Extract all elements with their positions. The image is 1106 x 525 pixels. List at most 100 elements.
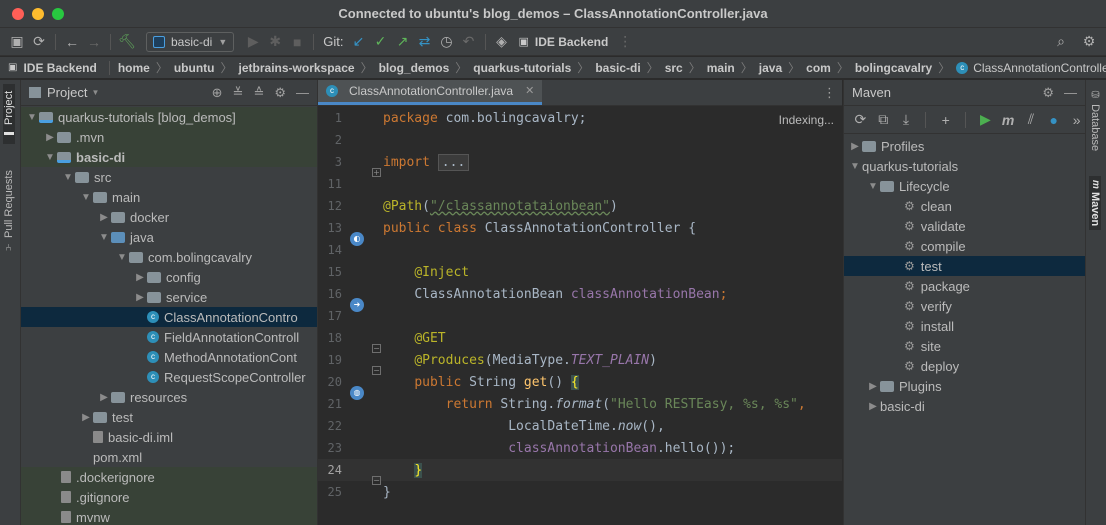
git-merge-icon[interactable]: ⇄ xyxy=(414,31,436,53)
more-icon[interactable]: » xyxy=(1068,112,1085,128)
tree-item[interactable]: ▼ Lifecycle xyxy=(844,176,1085,196)
chevron-right-icon[interactable]: ▶ xyxy=(97,212,111,223)
tree-item[interactable]: ▼ basic-di xyxy=(21,147,317,167)
gear-icon[interactable]: ⚙ xyxy=(274,85,286,101)
tree-item[interactable]: ▶ Profiles xyxy=(844,136,1085,156)
tree-item-selected[interactable]: ⚙ test xyxy=(844,256,1085,276)
tree-item[interactable]: ⚙ validate xyxy=(844,216,1085,236)
project-tool-tab[interactable]: ▬ Project xyxy=(3,84,15,144)
close-icon[interactable]: ✕ xyxy=(525,84,534,97)
rollback-icon[interactable]: ↶ xyxy=(458,31,480,53)
tree-item-selected[interactable]: c ClassAnnotationContro xyxy=(21,307,317,327)
tree-item[interactable]: .dockerignore xyxy=(21,467,317,487)
run-icon[interactable]: ▶ xyxy=(242,31,264,53)
more-icon[interactable]: ⋮ xyxy=(614,31,636,53)
fold-icon[interactable]: − xyxy=(372,344,381,353)
tree-item[interactable]: ⚙ site xyxy=(844,336,1085,356)
tree-item[interactable]: .gitignore xyxy=(21,487,317,507)
fold-plus-icon[interactable]: + xyxy=(372,168,381,177)
expand-all-icon[interactable]: ≚ xyxy=(233,85,244,101)
add-icon[interactable]: + xyxy=(937,112,954,128)
history-icon[interactable]: ◷ xyxy=(436,31,458,53)
database-tool-tab[interactable]: ⛁ Database xyxy=(1089,90,1101,151)
tree-item[interactable]: c MethodAnnotationCont xyxy=(21,347,317,367)
tree-item[interactable]: ⚙ clean xyxy=(844,196,1085,216)
run-icon[interactable]: ▶ xyxy=(977,111,994,128)
breadcrumb-item[interactable]: main xyxy=(707,61,735,75)
chevron-right-icon[interactable]: ▶ xyxy=(43,132,57,143)
breadcrumb-item[interactable]: src xyxy=(665,61,683,75)
tree-item[interactable]: ▶ docker xyxy=(21,207,317,227)
generate-sources-icon[interactable]: ⧉ xyxy=(875,111,892,128)
chevron-down-icon[interactable]: ▼ xyxy=(43,152,57,163)
breadcrumb-item[interactable]: quarkus-tutorials xyxy=(473,61,571,75)
chevron-right-icon[interactable]: ▶ xyxy=(848,141,862,152)
breadcrumb-item[interactable]: basic-di xyxy=(595,61,640,75)
minimize-window-button[interactable] xyxy=(32,7,44,20)
tree-item[interactable]: ▶m basic-di xyxy=(844,396,1085,416)
gear-icon[interactable]: ⚙ xyxy=(1042,85,1054,101)
tree-item[interactable]: ⚙ verify xyxy=(844,296,1085,316)
tree-item[interactable]: ⚙ compile xyxy=(844,236,1085,256)
forward-icon[interactable]: → xyxy=(83,31,105,53)
hide-icon[interactable]: — xyxy=(1064,85,1077,100)
ide-backend-button[interactable]: ▣ IDE Backend xyxy=(519,35,609,49)
fold-icon[interactable]: − xyxy=(372,366,381,375)
git-update-icon[interactable]: ↙ xyxy=(348,31,370,53)
fold-icon[interactable]: − xyxy=(372,476,381,485)
toggle-offline-icon[interactable]: ⫽ xyxy=(1023,111,1040,128)
chevron-right-icon[interactable]: ▶ xyxy=(97,392,111,403)
chevron-down-icon[interactable]: ▼ xyxy=(866,181,880,192)
breadcrumb-item[interactable]: home xyxy=(118,61,150,75)
globe-endpoint-icon[interactable]: ◍ xyxy=(350,386,364,400)
chevron-down-icon[interactable]: ▼ xyxy=(79,192,93,203)
chevron-down-icon[interactable]: ▼ xyxy=(848,161,862,172)
maven-tool-tab[interactable]: m Maven xyxy=(1089,176,1101,231)
chevron-right-icon[interactable]: ▶ xyxy=(133,272,147,283)
tree-item[interactable]: ▼ src xyxy=(21,167,317,187)
skip-tests-icon[interactable]: ● xyxy=(1045,112,1062,128)
breadcrumb-item-current[interactable]: ClassAnnotationController.j xyxy=(973,61,1106,75)
save-icon[interactable]: ▣ xyxy=(6,31,28,53)
tree-item[interactable]: ▼m quarkus-tutorials xyxy=(844,156,1085,176)
tree-item[interactable]: ⚙ package xyxy=(844,276,1085,296)
build-hammer-icon[interactable]: 🔨︎ xyxy=(116,31,138,53)
git-commit-icon[interactable]: ✓ xyxy=(370,31,392,53)
breadcrumb-item[interactable]: blog_demos xyxy=(379,61,450,75)
breadcrumb-item[interactable]: ubuntu xyxy=(174,61,215,75)
tree-item[interactable]: ▶ service xyxy=(21,287,317,307)
tree-item[interactable]: ▼ java xyxy=(21,227,317,247)
chevron-down-icon[interactable]: ▼ xyxy=(25,112,39,123)
endpoint-gutter-icon[interactable]: ◐ xyxy=(350,232,364,246)
tree-item[interactable]: ⚙ deploy xyxy=(844,356,1085,376)
search-icon[interactable]: ⌕ xyxy=(1050,31,1072,53)
tree-item[interactable]: ▶ .mvn xyxy=(21,127,317,147)
tree-item[interactable]: c RequestScopeController xyxy=(21,367,317,387)
close-window-button[interactable] xyxy=(12,7,24,20)
breadcrumb-item[interactable]: com xyxy=(806,61,831,75)
tree-item[interactable]: m pom.xml xyxy=(21,447,317,467)
locate-icon[interactable]: ⊕ xyxy=(212,85,223,101)
tree-item[interactable]: basic-di.iml xyxy=(21,427,317,447)
chevron-right-icon[interactable]: ▶ xyxy=(866,381,880,392)
more-options-icon[interactable]: ⋮ xyxy=(823,85,836,101)
tree-item[interactable]: ▼ com.bolingcavalry xyxy=(21,247,317,267)
tree-item[interactable]: ▶ resources xyxy=(21,387,317,407)
tree-item[interactable]: ⚙ install xyxy=(844,316,1085,336)
chevron-down-icon[interactable]: ▼ xyxy=(61,172,75,183)
execute-goal-icon[interactable]: m xyxy=(1000,112,1017,128)
chevron-down-icon[interactable]: ▼ xyxy=(91,88,99,97)
maximize-window-button[interactable] xyxy=(52,7,64,20)
git-push-icon[interactable]: ↗ xyxy=(392,31,414,53)
tree-item[interactable]: ▶ config xyxy=(21,267,317,287)
debug-icon[interactable]: ✱ xyxy=(264,31,286,53)
pull-requests-tool-tab[interactable]: ⑂ Pull Requests xyxy=(3,162,15,252)
hide-icon[interactable]: — xyxy=(296,85,309,100)
tree-item[interactable]: mvnw xyxy=(21,507,317,525)
injection-gutter-icon[interactable]: ➜ xyxy=(350,298,364,312)
chevron-right-icon[interactable]: ▶ xyxy=(133,292,147,303)
chevron-right-icon[interactable]: ▶ xyxy=(866,401,880,412)
run-configuration-select[interactable]: basic-di ▼ xyxy=(146,31,235,52)
tree-item[interactable]: ▶ Plugins xyxy=(844,376,1085,396)
tree-item[interactable]: c FieldAnnotationControll xyxy=(21,327,317,347)
